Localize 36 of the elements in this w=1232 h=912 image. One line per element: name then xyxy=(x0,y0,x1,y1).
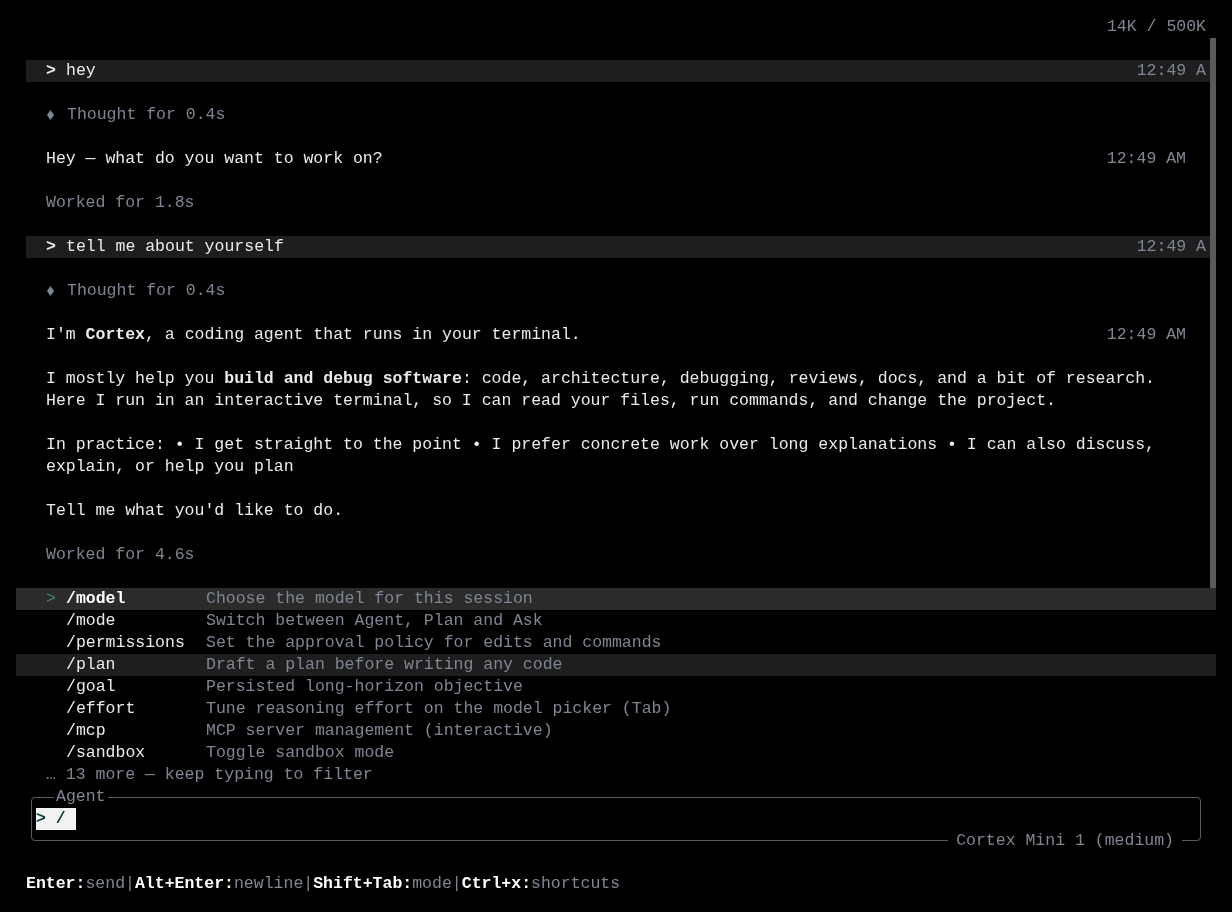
shortcut-hint: Enter:send xyxy=(26,873,126,895)
command-menu-item[interactable]: /effort Tune reasoning effort on the model picker (Tab) xyxy=(16,698,1216,720)
prompt-marker: > xyxy=(46,60,57,82)
timestamp: 12:49 A xyxy=(1136,236,1206,258)
command-menu-item[interactable]: /mode Switch between Agent, Plan and Ask xyxy=(16,610,1216,632)
assistant-text: I'm Cortex, a coding agent that runs in your terminal. xyxy=(46,324,582,346)
shortcut-hint: Shift+Tab:mode xyxy=(313,873,452,895)
work-duration: Worked for 4.6s xyxy=(46,544,195,566)
shortcut-hint: Ctrl+x:shortcuts xyxy=(461,873,621,895)
timestamp: 12:49 AM xyxy=(1106,148,1186,170)
assistant-text: Tell me what you'd like to do. xyxy=(46,500,345,522)
token-usage: 14K / 500K xyxy=(1106,16,1206,38)
assistant-text: I mostly help you build and debug software: code, architecture, debugging, reviews, docs, and a bit of research. Here I run in an interactive terminal, so I can read your files, run commands, and change the project. xyxy=(46,368,1156,412)
command-menu-item[interactable]: /goal Persisted long-horizon objective xyxy=(16,676,1216,698)
timestamp: 12:49 A xyxy=(1136,60,1206,82)
assistant-text: In practice: • I get straight to the point • I prefer concrete work over long explanations • I can also discuss, explain, or help you plan xyxy=(46,434,1156,478)
work-duration: Worked for 1.8s xyxy=(46,192,195,214)
thought-duration: Thought for 0.4s xyxy=(67,280,226,302)
scrollbar[interactable] xyxy=(1210,38,1216,588)
prompt-marker: > xyxy=(46,236,57,258)
thought-duration: Thought for 0.4s xyxy=(67,104,226,126)
timestamp: 12:49 AM xyxy=(1106,324,1186,346)
more-hint: … 13 more — keep typing to filter xyxy=(46,765,373,784)
separator: | xyxy=(125,873,135,895)
input-field[interactable]: > / xyxy=(36,808,76,830)
shortcut-hint: Alt+Enter:newline xyxy=(134,873,304,895)
assistant-text: Hey — what do you want to work on? xyxy=(46,148,384,170)
user-message: hey xyxy=(66,60,96,82)
command-menu-item[interactable]: /permissions Set the approval policy for edits and commands xyxy=(16,632,1216,654)
command-menu-item[interactable]: /mcp MCP server management (interactive) xyxy=(16,720,1216,742)
command-menu-item[interactable]: /sandbox Toggle sandbox mode xyxy=(16,742,1216,764)
separator: | xyxy=(303,873,314,895)
separator: | xyxy=(451,873,462,895)
user-message: tell me about yourself xyxy=(66,236,284,258)
command-menu-item[interactable]: /plan Draft a plan before writing any code xyxy=(16,654,1216,676)
command-menu-item[interactable]: > /model Choose the model for this session xyxy=(16,588,1216,610)
